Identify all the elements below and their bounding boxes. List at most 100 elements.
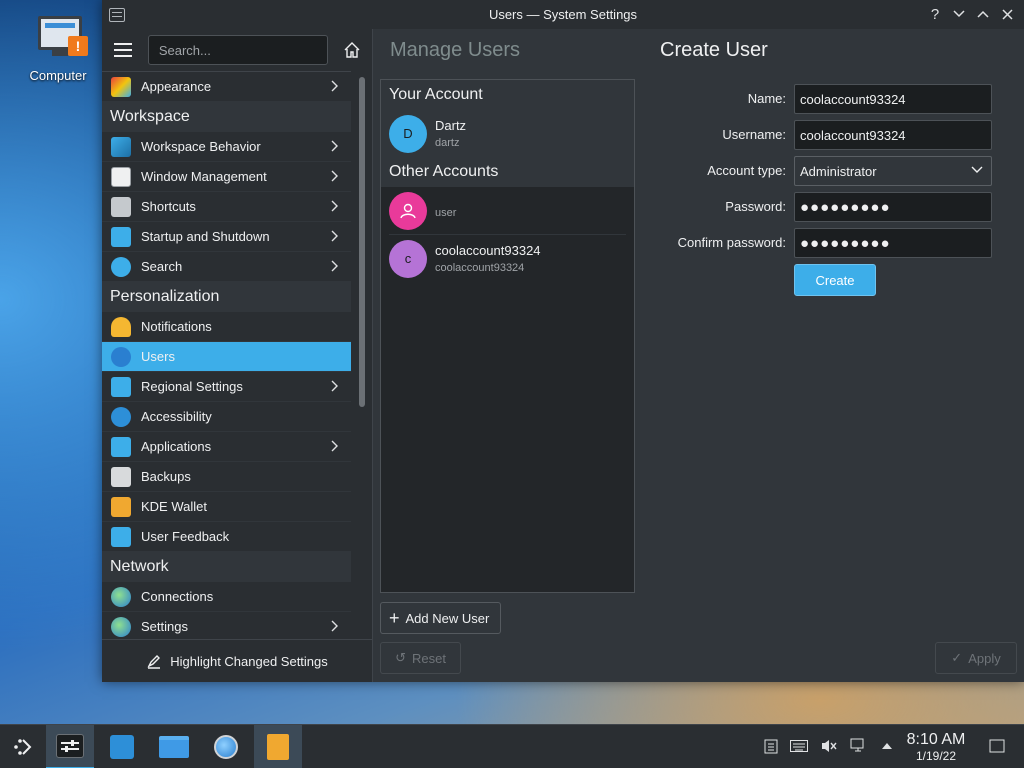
- sidebar-item-settings[interactable]: Settings: [102, 612, 351, 639]
- sidebar-item-label: User Feedback: [141, 529, 230, 544]
- sidebar-item-label: Connections: [141, 589, 214, 604]
- help-button[interactable]: ?: [924, 4, 946, 24]
- chevron-right-icon: [331, 439, 339, 455]
- account-type-select[interactable]: Administrator: [794, 156, 992, 186]
- account-item-coolaccount[interactable]: c coolaccount93324 coolaccount93324: [381, 235, 634, 282]
- reset-button[interactable]: ↺ Reset: [380, 642, 461, 674]
- sidebar-item-label: Regional Settings: [141, 379, 243, 394]
- workspace-behavior-icon: [111, 136, 131, 157]
- account-item-current[interactable]: D Dartz dartz: [381, 110, 634, 157]
- sidebar-item-startup-and-shutdown[interactable]: Startup and Shutdown: [102, 222, 351, 252]
- sidebar-item-notifications[interactable]: Notifications: [102, 312, 351, 342]
- create-button[interactable]: Create: [794, 264, 876, 296]
- minimize-button[interactable]: [948, 4, 970, 24]
- folder-icon: [159, 736, 189, 758]
- account-username: dartz: [435, 137, 460, 149]
- sidebar-item-label: KDE Wallet: [141, 499, 207, 514]
- sidebar-item-kde-wallet[interactable]: KDE Wallet: [102, 492, 351, 522]
- discover-store-icon: [110, 735, 134, 759]
- username-label: Username:: [722, 127, 786, 142]
- sidebar-item-users[interactable]: Users: [102, 342, 351, 372]
- taskbar-file-manager[interactable]: [150, 725, 198, 768]
- sidebar-section-network: Network: [102, 552, 351, 582]
- sidebar-item-workspace-behavior[interactable]: Workspace Behavior: [102, 132, 351, 162]
- volume-muted-icon[interactable]: [820, 737, 838, 755]
- chevron-right-icon: [331, 379, 339, 395]
- system-settings-icon: [56, 734, 84, 758]
- desktop-computer-icon[interactable]: ! Computer: [22, 12, 94, 83]
- account-type-label: Account type:: [707, 163, 786, 178]
- sidebar-item-label: Applications: [141, 439, 212, 454]
- system-settings-window: Users — System Settings ? Search... Appe…: [102, 0, 1024, 682]
- clipboard-icon[interactable]: [762, 737, 780, 755]
- sidebar-item-connections[interactable]: Connections: [102, 582, 351, 612]
- regional-icon: [111, 376, 131, 397]
- password-row: Password: ●●●●●●●●●: [662, 192, 992, 222]
- confirm-password-label: Confirm password:: [677, 235, 786, 250]
- title-bar[interactable]: Users — System Settings ?: [102, 0, 1024, 29]
- plus-icon: +: [389, 608, 400, 628]
- accessibility-icon: [111, 406, 131, 427]
- sidebar-item-label: Backups: [141, 469, 191, 484]
- manage-users-heading: Manage Users: [390, 39, 521, 61]
- password-field[interactable]: ●●●●●●●●●: [794, 192, 992, 222]
- sidebar-search-input[interactable]: Search...: [147, 35, 329, 65]
- account-name: coolaccount93324: [435, 243, 541, 258]
- add-new-user-label: Add New User: [405, 610, 490, 626]
- checkmark-icon: ✓: [951, 650, 963, 665]
- taskbar-system-settings[interactable]: [46, 725, 94, 768]
- clock[interactable]: 8:10 AM 1/19/22: [900, 731, 972, 763]
- window-management-icon: [111, 166, 131, 187]
- sidebar-item-backups[interactable]: Backups: [102, 462, 351, 492]
- sidebar-item-user-feedback[interactable]: User Feedback: [102, 522, 351, 552]
- taskbar-discover[interactable]: [98, 725, 146, 768]
- maximize-button[interactable]: [972, 4, 994, 24]
- main-content: Manage Users Create User Your Account D …: [372, 29, 1024, 682]
- search-icon: [111, 256, 131, 277]
- keyboard-icon: [111, 196, 131, 217]
- sidebar-scrollbar[interactable]: [359, 77, 365, 407]
- wallet-icon: [111, 496, 131, 517]
- sidebar-item-label: Startup and Shutdown: [141, 229, 270, 244]
- chevron-right-icon: [331, 229, 339, 245]
- sidebar-item-label: Workspace Behavior: [141, 139, 261, 154]
- application-launcher-button[interactable]: [0, 725, 46, 768]
- home-icon[interactable]: [340, 38, 364, 62]
- chevron-down-icon: [971, 163, 983, 177]
- sidebar-item-label: Shortcuts: [141, 199, 196, 214]
- name-field[interactable]: coolaccount93324: [794, 84, 992, 114]
- sidebar-item-shortcuts[interactable]: Shortcuts: [102, 192, 351, 222]
- hamburger-menu-icon[interactable]: [110, 37, 136, 63]
- keyboard-icon[interactable]: [790, 737, 808, 755]
- account-username: coolaccount93324: [435, 262, 525, 274]
- sidebar-item-accessibility[interactable]: Accessibility: [102, 402, 351, 432]
- taskbar-archive[interactable]: [254, 725, 302, 768]
- sidebar-section-personalization: Personalization: [102, 282, 351, 312]
- sidebar-item-window-management[interactable]: Window Management: [102, 162, 351, 192]
- appearance-icon: [111, 76, 131, 97]
- tray-expand-icon[interactable]: [878, 737, 896, 755]
- username-field[interactable]: coolaccount93324: [794, 120, 992, 150]
- clock-date: 1/19/22: [915, 749, 957, 763]
- sidebar-item-label: Settings: [141, 619, 188, 634]
- confirm-password-field[interactable]: ●●●●●●●●●: [794, 228, 992, 258]
- sidebar-item-appearance[interactable]: Appearance: [102, 72, 351, 102]
- apply-button[interactable]: ✓ Apply: [935, 642, 1017, 674]
- sidebar-item-applications[interactable]: Applications: [102, 432, 351, 462]
- globe-icon: [214, 735, 238, 759]
- globe-icon: [111, 616, 131, 637]
- network-icon[interactable]: [850, 737, 868, 755]
- close-button[interactable]: [996, 4, 1018, 24]
- sidebar-item-label: Notifications: [141, 319, 212, 334]
- show-desktop-icon[interactable]: [988, 737, 1006, 755]
- account-item-user[interactable]: user: [381, 187, 634, 234]
- sidebar-item-search[interactable]: Search: [102, 252, 351, 282]
- taskbar-browser[interactable]: [202, 725, 250, 768]
- sidebar-item-regional-settings[interactable]: Regional Settings: [102, 372, 351, 402]
- clock-time: 8:10 AM: [906, 731, 966, 748]
- highlight-changed-settings-button[interactable]: Highlight Changed Settings: [102, 639, 372, 682]
- globe-icon: [111, 586, 131, 607]
- bell-icon: [111, 316, 131, 337]
- add-new-user-button[interactable]: + Add New User: [380, 602, 501, 634]
- name-label: Name:: [747, 91, 786, 106]
